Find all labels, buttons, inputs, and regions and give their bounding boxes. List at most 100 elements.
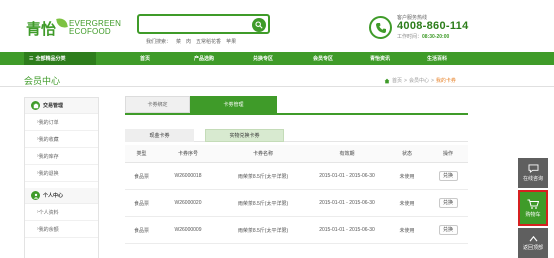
sidebar-item-stock[interactable]: › 我的库存 — [25, 148, 98, 165]
breadcrumb-current: 我的卡券 — [435, 78, 456, 84]
nav-item-lifestyle[interactable]: 生活百科 — [416, 52, 458, 65]
cart-button[interactable]: 购物车 — [518, 190, 548, 226]
nav-item-member[interactable]: 会员专区 — [302, 52, 344, 65]
sidebar-item-label: 我的订单 — [38, 119, 59, 126]
hotline-number: 4008-860-114 — [397, 20, 469, 32]
cell-validity: 2015-01-01 - 2015-06-30 — [319, 173, 375, 179]
nav-item-home[interactable]: 首页 — [124, 52, 166, 65]
member-sidebar: 交易管理 › 我的订单 › 我的收藏 › 我的库存 › 我的退换 个人中心 › … — [24, 97, 99, 258]
online-consult-label: 在线咨询 — [522, 176, 543, 182]
cell-name: 雨荣茶8.5斤(太平洋限) — [237, 200, 289, 207]
hot-word-link[interactable]: 肉 — [186, 38, 191, 45]
table-row: 食品票 W26000018 雨荣茶8.5斤(太平洋限) 2015-01-01 -… — [125, 163, 468, 190]
breadcrumb-home[interactable]: 首页 — [392, 77, 402, 84]
column-header-status: 状态 — [401, 151, 412, 157]
chat-icon — [528, 164, 538, 173]
column-header-serial: 卡券序号 — [177, 151, 198, 157]
coupon-subtabs: 现金卡券 实物兑换卡券 — [125, 129, 468, 142]
cell-name: 雨荣茶8.5斤(太平洋限) — [237, 227, 289, 234]
back-to-top-label: 返回顶部 — [522, 245, 543, 251]
sidebar-item-label: 我的库存 — [38, 153, 59, 160]
sidebar-section-title: 个人中心 — [43, 193, 64, 199]
hot-word-link[interactable]: 苹果 — [226, 38, 236, 45]
exchange-button[interactable]: 兑换 — [438, 225, 458, 235]
cell-serial: W26000018 — [174, 173, 202, 179]
column-header-validity: 有效期 — [339, 151, 355, 157]
sidebar-section-trade: 交易管理 — [25, 98, 98, 114]
trade-icon — [31, 101, 40, 110]
sidebar-item-favorites[interactable]: › 我的收藏 — [25, 131, 98, 148]
cell-status: 未使用 — [399, 173, 415, 180]
menu-icon: ☰ — [29, 55, 34, 62]
cell-status: 未使用 — [399, 200, 415, 207]
column-header-action: 操作 — [442, 151, 453, 157]
cell-validity: 2015-01-01 - 2015-06-30 — [319, 227, 375, 233]
breadcrumb: 首页 > 会员中心 > 我的卡券 — [384, 77, 456, 84]
sidebar-item-orders[interactable]: › 我的订单 — [25, 114, 98, 131]
search-input[interactable] — [143, 19, 245, 31]
working-hours: 工作时间：08:30-20:00 — [397, 33, 449, 40]
service-hotline: 客户服务热线 4008-860-114 工作时间：08:30-20:00 — [369, 13, 499, 43]
cell-validity: 2015-01-01 - 2015-06-30 — [319, 200, 375, 206]
search-button[interactable] — [252, 18, 266, 32]
user-icon — [31, 191, 40, 200]
floating-toolbar: 在线咨询 购物车 返回顶部 — [518, 158, 548, 258]
online-consult-button[interactable]: 在线咨询 — [518, 158, 548, 188]
exchange-button[interactable]: 兑换 — [438, 198, 458, 208]
breadcrumb-separator: > — [404, 77, 407, 84]
exchange-button[interactable]: 兑换 — [438, 171, 458, 181]
breadcrumb-separator: > — [430, 77, 434, 84]
cell-status: 未使用 — [399, 227, 415, 234]
page-title-row: 会员中心 首页 > 会员中心 > 我的卡券 — [0, 65, 554, 87]
cell-action: 兑换 — [428, 198, 468, 208]
nav-item-news[interactable]: 青怡资讯 — [359, 52, 401, 65]
cell-type: 食品票 — [133, 173, 149, 180]
column-header-type: 类型 — [136, 151, 147, 157]
table-row: 食品票 W26000009 雨荣茶8.5斤(太平洋限) 2015-01-01 -… — [125, 217, 468, 244]
back-to-top-button[interactable]: 返回顶部 — [518, 228, 548, 258]
sidebar-item-profile[interactable]: › 个人资料 — [25, 204, 98, 221]
nav-item-exchange[interactable]: 兑换专区 — [242, 52, 284, 65]
tab-coupon-bind[interactable]: 卡券绑定 — [125, 96, 190, 113]
hot-search-words: 我们搜索： 菜 肉 五常稻花香 苹果 — [146, 38, 236, 45]
working-hours-label: 工作时间： — [397, 34, 423, 40]
sidebar-item-returns[interactable]: › 我的退换 — [25, 165, 98, 182]
cell-type: 食品票 — [133, 200, 149, 207]
hot-words-label: 我们搜索： — [146, 39, 172, 45]
cell-name: 雨荣茶8.5斤(太平洋限) — [237, 173, 289, 180]
cart-icon — [527, 199, 539, 209]
all-categories-menu[interactable]: ☰ 全部精品分类 — [24, 52, 96, 65]
cell-serial: W26000020 — [174, 200, 202, 206]
nav-item-products[interactable]: 产品选购 — [183, 52, 225, 65]
page-title: 会员中心 — [24, 76, 61, 86]
cell-action: 兑换 — [428, 171, 468, 181]
main-nav: ☰ 全部精品分类 首页 产品选购 兑换专区 会员专区 青怡资讯 生活百科 — [0, 52, 554, 65]
cell-action: 兑换 — [428, 225, 468, 235]
sidebar-item-label: 个人资料 — [38, 209, 59, 216]
site-header: 青怡 EVERGREEN ECOFOOD 我们搜索： 菜 肉 五常稻花香 苹果 — [0, 0, 554, 50]
subtab-cash-coupon[interactable]: 现金卡券 — [125, 129, 194, 142]
table-row: 食品票 W26000020 雨荣茶8.5斤(太平洋限) 2015-01-01 -… — [125, 190, 468, 217]
working-hours-value: 08:30-20:00 — [422, 34, 450, 40]
cell-type: 食品票 — [133, 227, 149, 234]
logo-english-text: EVERGREEN ECOFOOD — [69, 20, 121, 36]
hot-word-link[interactable]: 五常稻花香 — [196, 38, 221, 45]
coupon-table: 类型 卡券序号 卡券名称 有效期 状态 操作 食品票 W26000018 雨荣茶… — [125, 145, 468, 244]
column-header-name: 卡券名称 — [252, 151, 273, 157]
site-logo[interactable]: 青怡 EVERGREEN ECOFOOD — [26, 14, 121, 42]
phone-icon — [369, 16, 392, 39]
tab-underline — [125, 113, 468, 115]
page: 青怡 EVERGREEN ECOFOOD 我们搜索： 菜 肉 五常稻花香 苹果 — [0, 0, 554, 258]
search-box — [137, 14, 270, 34]
sidebar-item-label: 我的退换 — [38, 170, 59, 177]
home-icon — [384, 78, 390, 83]
all-categories-label: 全部精品分类 — [35, 56, 66, 62]
sidebar-section-personal: 个人中心 — [25, 188, 98, 204]
tab-coupon-manage[interactable]: 卡劵管理 — [190, 96, 277, 113]
hot-word-link[interactable]: 菜 — [176, 38, 181, 45]
sidebar-item-label: 我的收藏 — [38, 136, 59, 143]
breadcrumb-member-center[interactable]: 会员中心 — [409, 77, 429, 84]
arrow-up-icon — [529, 235, 537, 242]
subtab-goods-coupon[interactable]: 实物兑换卡券 — [205, 129, 284, 142]
sidebar-item-balance[interactable]: › 我的余额 — [25, 221, 98, 238]
